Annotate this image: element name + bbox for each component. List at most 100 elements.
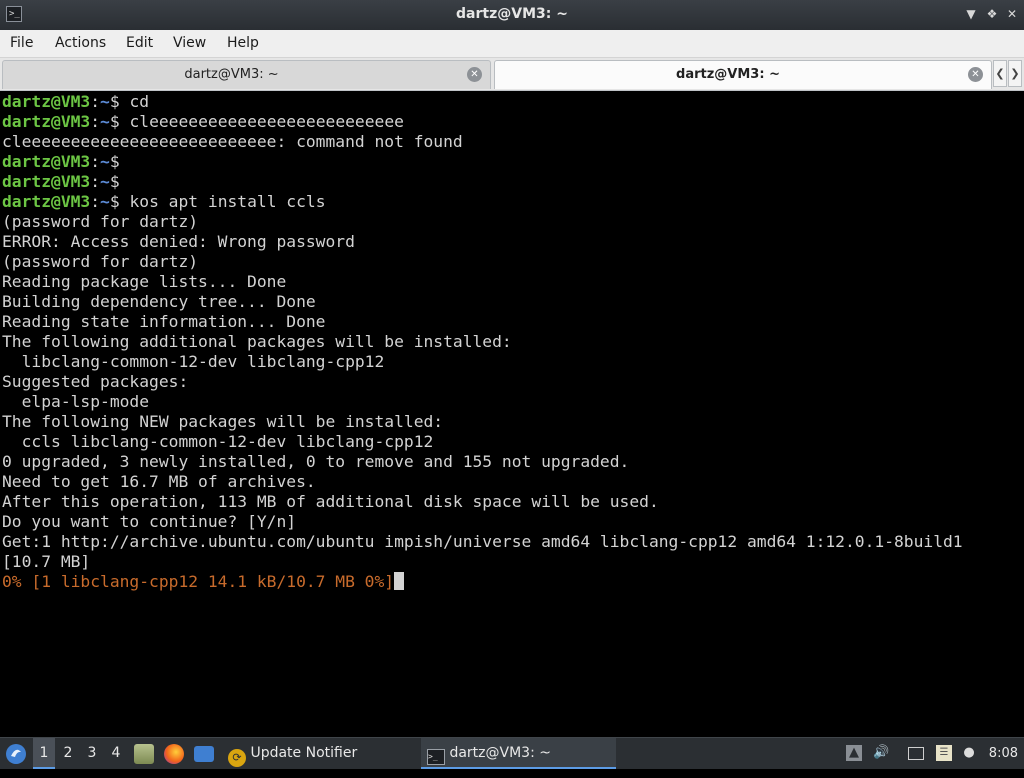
minimize-icon[interactable]: ▼ xyxy=(963,6,979,22)
prompt-separator: : xyxy=(90,92,101,111)
line-text: After this operation, 113 MB of addition… xyxy=(2,492,659,511)
maximize-icon[interactable]: ❖ xyxy=(984,6,1000,22)
network-icon[interactable] xyxy=(908,747,924,760)
task-label: dartz@VM3: ~ xyxy=(449,745,551,761)
menu-edit[interactable]: Edit xyxy=(126,35,153,51)
prompt-separator: : xyxy=(90,112,101,131)
prompt-dollar: $ xyxy=(109,192,130,211)
volume-icon[interactable]: 🔊 xyxy=(873,745,889,761)
line-text: cleeeeeeeeeeeeeeeeeeeeeeeeee xyxy=(129,112,404,131)
taskbar: 1 2 3 4 ⟳ Update Notifier >_ dartz@VM3: … xyxy=(0,737,1024,769)
tab-terminal-1[interactable]: dartz@VM3: ~ ✕ xyxy=(2,60,491,89)
menu-file[interactable]: File xyxy=(10,35,33,51)
line-text: Building dependency tree... Done xyxy=(2,292,316,311)
prompt-dollar: $ xyxy=(109,152,130,171)
tab-terminal-2[interactable]: dartz@VM3: ~ ✕ xyxy=(494,60,992,89)
update-available-icon[interactable]: ● xyxy=(961,745,977,761)
window-titlebar[interactable]: >_ dartz@VM3: ~ ▼ ❖ ✕ xyxy=(0,0,1024,30)
prompt-user: dartz@VM3 xyxy=(2,112,91,131)
file-manager-icon[interactable] xyxy=(134,744,154,764)
line-text: Suggested packages: xyxy=(2,372,189,391)
terminal-line: Suggested packages: xyxy=(2,372,188,392)
terminal-line: Need to get 16.7 MB of archives. xyxy=(2,472,316,492)
prompt-path: ~ xyxy=(100,172,110,191)
line-text: Do you want to continue? [Y/n] xyxy=(2,512,297,531)
line-text: Reading state information... Done xyxy=(2,312,326,331)
line-text: Reading package lists... Done xyxy=(2,272,287,291)
line-text: ccls libclang-common-12-dev libclang-cpp… xyxy=(2,432,434,451)
prompt-dollar: $ xyxy=(109,112,130,131)
window-title: dartz@VM3: ~ xyxy=(456,6,568,22)
terminal-line: The following NEW packages will be insta… xyxy=(2,412,443,432)
terminal-line: elpa-lsp-mode xyxy=(2,392,149,412)
terminal-line: dartz@VM3:~$ xyxy=(2,172,129,192)
desktop-1-button[interactable]: 1 xyxy=(33,738,55,769)
terminal-output[interactable]: dartz@VM3:~$ cd dartz@VM3:~$ cleeeeeeeeee… xyxy=(0,91,1024,737)
terminal-line: dartz@VM3:~$ kos apt install ccls xyxy=(2,192,326,212)
tab-scroll-left-icon[interactable]: ❮ xyxy=(993,60,1007,87)
menu-help[interactable]: Help xyxy=(227,35,259,51)
line-text: Get:1 http://archive.ubuntu.com/ubuntu i… xyxy=(2,532,963,551)
clock: 8:08 xyxy=(988,746,1018,761)
clipboard-icon[interactable]: ☰ xyxy=(936,745,952,761)
terminal-line: 0% [1 libclang-cpp12 14.1 kB/10.7 MB 0%] xyxy=(2,572,405,592)
tab-bar: dartz@VM3: ~ ✕ dartz@VM3: ~ ✕ xyxy=(0,58,1024,91)
tab-close-icon[interactable]: ✕ xyxy=(467,67,482,82)
terminal-line: Get:1 http://archive.ubuntu.com/ubuntu i… xyxy=(2,532,963,552)
tab-label: dartz@VM3: ~ xyxy=(676,67,780,82)
line-text: libclang-common-12-dev libclang-cpp12 xyxy=(2,352,385,371)
line-text: kos apt install ccls xyxy=(129,192,326,211)
prompt-path: ~ xyxy=(100,192,110,211)
tab-label: dartz@VM3: ~ xyxy=(184,67,279,82)
prompt-path: ~ xyxy=(100,92,110,111)
terminal-line: Building dependency tree... Done xyxy=(2,292,316,312)
terminal-line: Reading package lists... Done xyxy=(2,272,286,292)
prompt-path: ~ xyxy=(100,112,110,131)
terminal-line: 0 upgraded, 3 newly installed, 0 to remo… xyxy=(2,452,629,472)
prompt-separator: : xyxy=(90,152,101,171)
terminal-icon: >_ xyxy=(427,749,445,765)
menu-actions[interactable]: Actions xyxy=(55,35,106,51)
line-text: 0 upgraded, 3 newly installed, 0 to remo… xyxy=(2,452,630,471)
desktop-3-button[interactable]: 3 xyxy=(81,738,103,769)
tray-expand-icon[interactable]: ▲ xyxy=(846,745,862,761)
terminal-line: [10.7 MB] xyxy=(2,552,90,572)
line-text: Need to get 16.7 MB of archives. xyxy=(2,472,316,491)
close-icon[interactable]: ✕ xyxy=(1004,6,1020,22)
terminal-line: Do you want to continue? [Y/n] xyxy=(2,512,296,532)
prompt-user: dartz@VM3 xyxy=(2,92,91,111)
firefox-icon[interactable] xyxy=(164,744,184,764)
terminal-line: cleeeeeeeeeeeeeeeeeeeeeeeeee: command no… xyxy=(2,132,463,152)
task-terminal[interactable]: >_ dartz@VM3: ~ xyxy=(421,738,616,769)
prompt-separator: : xyxy=(90,192,101,211)
prompt-user: dartz@VM3 xyxy=(2,172,91,191)
prompt-user: dartz@VM3 xyxy=(2,192,91,211)
terminal-line: libclang-common-12-dev libclang-cpp12 xyxy=(2,352,385,372)
terminal-line: dartz@VM3:~$ cd xyxy=(2,92,149,112)
prompt-separator: : xyxy=(90,172,101,191)
show-desktop-icon[interactable] xyxy=(194,746,214,762)
menu-view[interactable]: View xyxy=(173,35,206,51)
menu-bar: File Actions Edit View Help xyxy=(0,30,1024,58)
prompt-dollar: $ xyxy=(109,92,130,111)
terminal-line: ERROR: Access denied: Wrong password xyxy=(2,232,355,252)
tab-scroll-right-icon[interactable]: ❯ xyxy=(1008,60,1022,87)
line-text: 0% [1 libclang-cpp12 14.1 kB/10.7 MB 0%] xyxy=(2,572,395,591)
line-text: (password for dartz) xyxy=(2,212,199,231)
line-text: elpa-lsp-mode xyxy=(2,392,150,411)
update-notifier-icon: ⟳ xyxy=(228,749,246,767)
terminal-line: Reading state information... Done xyxy=(2,312,325,332)
line-text: cleeeeeeeeeeeeeeeeeeeeeeeeee: command no… xyxy=(2,132,463,151)
start-menu-icon[interactable] xyxy=(4,738,30,769)
task-update-notifier[interactable]: ⟳ Update Notifier xyxy=(222,738,423,769)
tab-close-icon[interactable]: ✕ xyxy=(968,67,983,82)
prompt-path: ~ xyxy=(100,152,110,171)
line-text: cd xyxy=(129,92,150,111)
desktop-2-button[interactable]: 2 xyxy=(57,738,79,769)
prompt-user: dartz@VM3 xyxy=(2,152,91,171)
terminal-line: (password for dartz) xyxy=(2,252,198,272)
terminal-line: The following additional packages will b… xyxy=(2,332,512,352)
terminal-line: (password for dartz) xyxy=(2,212,198,232)
text-cursor xyxy=(394,572,405,590)
desktop-4-button[interactable]: 4 xyxy=(105,738,127,769)
